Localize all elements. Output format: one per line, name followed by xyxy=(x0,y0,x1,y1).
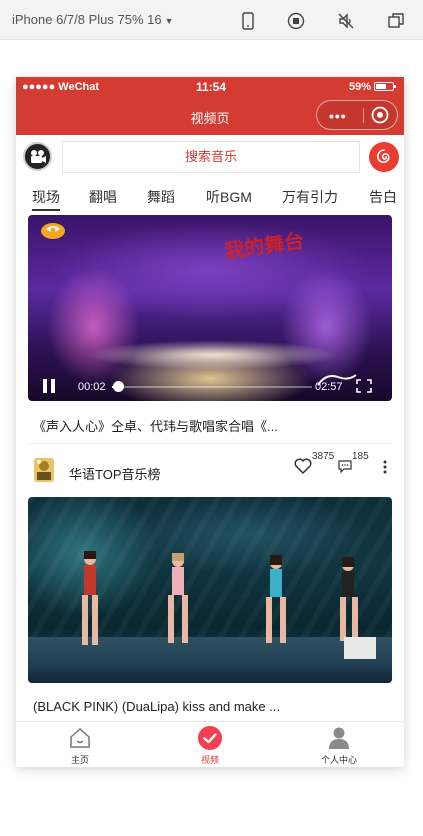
post-meta: 华语TOP音乐榜 3875 185 xyxy=(16,451,404,491)
nav-bar: 视频页 ••• xyxy=(16,97,404,135)
tab-gravity[interactable]: 万有引力 xyxy=(282,187,338,207)
home-icon xyxy=(70,727,90,748)
pause-icon[interactable] xyxy=(42,378,56,394)
video-player[interactable]: 我的舞台 00:02 02:57 xyxy=(28,215,392,401)
tab-dance[interactable]: 舞蹈 xyxy=(147,187,175,207)
window-icon[interactable] xyxy=(386,11,406,31)
person-icon xyxy=(329,727,349,749)
carrier-label: ●●●●● WeChat xyxy=(22,81,100,93)
search-row: 搜索音乐 xyxy=(16,135,404,181)
tabbar-home[interactable]: 主页 xyxy=(30,726,130,766)
like-count: 3875 xyxy=(312,451,335,462)
video-thumbnail[interactable] xyxy=(28,497,392,683)
video-overlay-title: 我的舞台 xyxy=(222,228,306,264)
phone-icon[interactable] xyxy=(238,11,258,31)
category-tabs: 现场 翻唱 舞蹈 听BGM 万有引力 告白 xyxy=(16,181,404,215)
tabbar-video[interactable]: 视频 xyxy=(160,726,260,766)
video-camera-icon[interactable] xyxy=(23,142,52,171)
tv-station-logo xyxy=(344,637,376,659)
check-circle-icon xyxy=(198,726,222,750)
record-icon[interactable] xyxy=(286,11,306,31)
avatar[interactable] xyxy=(31,456,57,484)
heart-icon[interactable] xyxy=(293,457,313,475)
video-controls: 00:02 02:57 xyxy=(28,371,392,401)
device-selector[interactable]: iPhone 6/7/8 Plus 75% 16 ▼ xyxy=(12,12,174,27)
tab-cover[interactable]: 翻唱 xyxy=(89,187,117,207)
search-input[interactable]: 搜索音乐 xyxy=(62,141,360,173)
progress-handle[interactable] xyxy=(113,381,124,392)
more-menu-button[interactable]: ••• xyxy=(329,108,347,124)
video-caption[interactable]: 《声入人心》仝卓、代玮与歌唱家合唱《... xyxy=(33,416,278,435)
tab-bgm[interactable]: 听BGM xyxy=(206,187,252,207)
progress-track[interactable] xyxy=(112,386,312,388)
chevron-down-icon: ▼ xyxy=(164,16,174,26)
tabbar-profile-label: 个人中心 xyxy=(320,755,357,765)
comment-count: 185 xyxy=(352,451,369,462)
tabbar-profile[interactable]: 个人中心 xyxy=(289,726,389,766)
close-miniapp-icon[interactable] xyxy=(371,106,389,124)
tab-confession[interactable]: 告白 xyxy=(369,187,397,207)
tabbar-video-label: 视频 xyxy=(200,755,219,765)
tabbar-home-label: 主页 xyxy=(70,755,89,765)
phone-frame: ●●●●● WeChat 11:54 59% 视频页 ••• 搜索音乐 现场 翻… xyxy=(16,77,404,767)
mute-icon[interactable] xyxy=(336,11,356,31)
battery-percent: 59% xyxy=(349,81,372,93)
current-time: 00:02 xyxy=(78,381,106,393)
dancers-image xyxy=(82,551,358,645)
menu-capsule: ••• xyxy=(316,100,398,130)
netease-music-icon[interactable] xyxy=(369,142,399,172)
tab-bar: 主页 视频 个人中心 xyxy=(16,721,404,767)
devtools-toolbar: iPhone 6/7/8 Plus 75% 16 ▼ xyxy=(0,0,423,40)
comment-icon[interactable] xyxy=(338,460,352,473)
battery-icon xyxy=(374,82,396,91)
status-time: 11:54 xyxy=(196,80,227,94)
duration: 02:57 xyxy=(315,381,343,393)
status-bar: ●●●●● WeChat 11:54 59% xyxy=(16,77,404,97)
fullscreen-icon[interactable] xyxy=(356,379,372,393)
stage-light xyxy=(88,340,338,370)
tab-live[interactable]: 现场 xyxy=(32,187,60,211)
more-vertical-icon[interactable] xyxy=(383,460,387,474)
author-name[interactable]: 华语TOP音乐榜 xyxy=(69,464,161,483)
device-label: iPhone 6/7/8 Plus 75% 16 xyxy=(12,12,162,27)
video-caption-2[interactable]: (BLACK PINK) (DuaLipa) kiss and make ... xyxy=(33,699,280,714)
channel-logo xyxy=(41,223,65,239)
